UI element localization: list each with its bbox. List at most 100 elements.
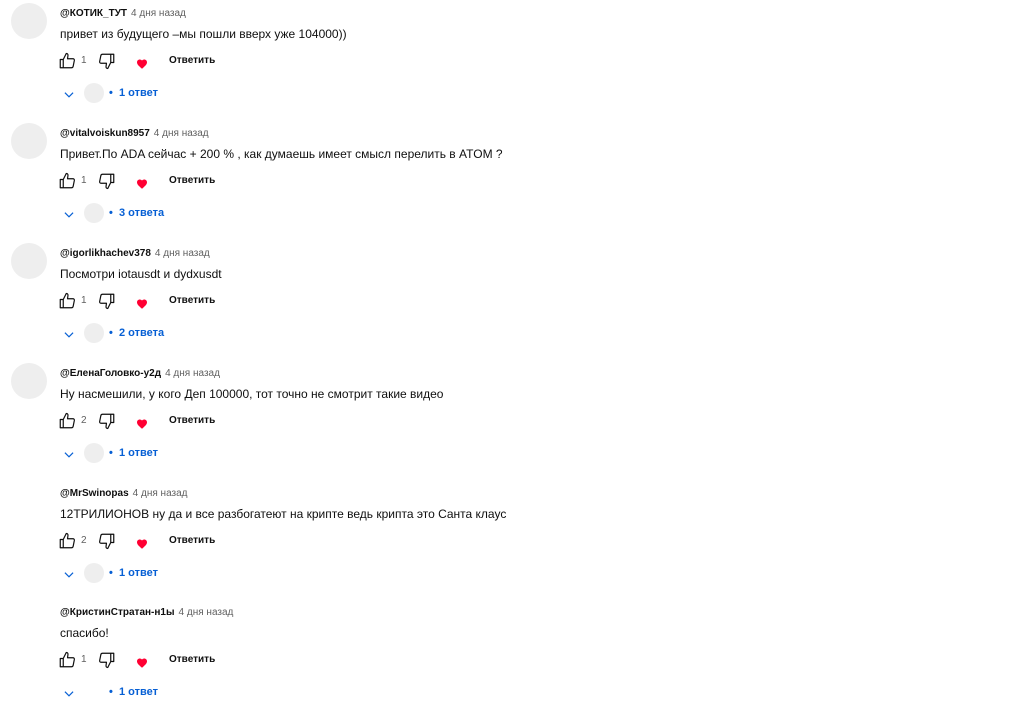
comment-header: @ЕленаГоловко-у2д 4 дня назад xyxy=(60,367,220,380)
comment-thread: @igorlikhachev378 4 дня назад Посмотри io… xyxy=(0,240,1024,360)
reply-count: 3 ответа xyxy=(119,207,165,219)
reply-button[interactable]: Ответить xyxy=(169,415,215,426)
reply-avatar xyxy=(84,203,104,223)
thumb-up-icon[interactable] xyxy=(58,412,76,430)
heart-icon xyxy=(137,419,147,429)
separator-dot: • xyxy=(109,87,113,99)
view-replies-button[interactable]: • 1 ответ xyxy=(62,681,262,702)
thumb-down-icon[interactable] xyxy=(98,52,116,70)
comment-actions: 2 Ответить xyxy=(58,532,358,554)
comment-header: @MrSwinopas 4 дня назад xyxy=(60,487,188,500)
comment-time[interactable]: 4 дня назад xyxy=(165,368,220,379)
avatar[interactable] xyxy=(11,123,47,159)
thumb-up-icon[interactable] xyxy=(58,292,76,310)
reply-avatar xyxy=(84,443,104,463)
view-replies-button[interactable]: • 3 ответа xyxy=(62,202,262,226)
like-count: 2 xyxy=(81,535,87,546)
comment-actions: 1 Ответить xyxy=(58,172,358,194)
comment-actions: 1 Ответить xyxy=(58,292,358,314)
comments-list: @КОТИК_ТУТ 4 дня назад привет из будущего… xyxy=(0,0,1024,702)
comment-text: Посмотри iotausdt и dydxusdt xyxy=(60,267,222,281)
heart-icon xyxy=(137,658,147,668)
heart-icon xyxy=(137,299,147,309)
separator-dot: • xyxy=(109,447,113,459)
reply-avatar xyxy=(84,323,104,343)
comment-header: @КОТИК_ТУТ 4 дня назад xyxy=(60,7,186,20)
comment-thread: @КристинСтратан-н1ы 4 дня назад спасибо! … xyxy=(0,599,1024,702)
avatar[interactable] xyxy=(11,243,47,279)
like-count: 1 xyxy=(81,295,87,306)
thumb-up-icon[interactable] xyxy=(58,52,76,70)
thumb-down-icon[interactable] xyxy=(98,292,116,310)
comment-text: привет из будущего –мы пошли вверх уже 1… xyxy=(60,27,347,41)
comment-time[interactable]: 4 дня назад xyxy=(154,128,209,139)
reply-count: 1 ответ xyxy=(119,686,158,698)
comment-header: @КристинСтратан-н1ы 4 дня назад xyxy=(60,606,233,619)
chevron-down-icon xyxy=(64,572,74,578)
comment-actions: 1 Ответить xyxy=(58,651,358,673)
comment-thread: @КОТИК_ТУТ 4 дня назад привет из будущего… xyxy=(0,0,1024,120)
view-replies-button[interactable]: • 1 ответ xyxy=(62,442,262,466)
heart-icon xyxy=(137,179,147,189)
comment-time[interactable]: 4 дня назад xyxy=(133,488,188,499)
like-count: 1 xyxy=(81,55,87,66)
reply-avatar xyxy=(84,563,104,583)
chevron-down-icon xyxy=(64,212,74,218)
comment-thread: @vitalvoiskun8957 4 дня назад Привет.По A… xyxy=(0,120,1024,240)
separator-dot: • xyxy=(109,567,113,579)
reply-count: 1 ответ xyxy=(119,447,158,459)
comment-header: @vitalvoiskun8957 4 дня назад xyxy=(60,127,209,140)
like-count: 1 xyxy=(81,175,87,186)
comment-text: Ну насмешили, у кого Деп 100000, тот точ… xyxy=(60,387,444,401)
view-replies-button[interactable]: • 1 ответ xyxy=(62,562,262,586)
comment-thread: @MrSwinopas 4 дня назад 12ТРИЛИОНОВ ну да… xyxy=(0,480,1024,600)
reply-count: 1 ответ xyxy=(119,567,158,579)
heart-icon xyxy=(137,539,147,549)
reply-button[interactable]: Ответить xyxy=(169,175,215,186)
chevron-down-icon xyxy=(64,691,74,697)
like-count: 2 xyxy=(81,415,87,426)
reply-button[interactable]: Ответить xyxy=(169,654,215,665)
reply-button[interactable]: Ответить xyxy=(169,55,215,66)
comment-author[interactable]: @MrSwinopas xyxy=(60,488,129,499)
thumb-up-icon[interactable] xyxy=(58,532,76,550)
reply-count: 1 ответ xyxy=(119,87,158,99)
comment-thread: @ЕленаГоловко-у2д 4 дня назад Ну насмешил… xyxy=(0,360,1024,480)
thumb-down-icon[interactable] xyxy=(98,532,116,550)
thumb-up-icon[interactable] xyxy=(58,651,76,669)
separator-dot: • xyxy=(109,207,113,219)
reply-button[interactable]: Ответить xyxy=(169,295,215,306)
comment-author[interactable]: @igorlikhachev378 xyxy=(60,248,151,259)
reply-button[interactable]: Ответить xyxy=(169,535,215,546)
chevron-down-icon xyxy=(64,92,74,98)
comment-time[interactable]: 4 дня назад xyxy=(155,248,210,259)
comment-header: @igorlikhachev378 4 дня назад xyxy=(60,247,210,260)
avatar[interactable] xyxy=(11,3,47,39)
comment-actions: 2 Ответить xyxy=(58,412,358,434)
comment-time[interactable]: 4 дня назад xyxy=(179,607,234,618)
view-replies-button[interactable]: • 2 ответа xyxy=(62,322,262,346)
comment-text: Привет.По ADA сейчас + 200 % , как думае… xyxy=(60,147,503,161)
thumb-down-icon[interactable] xyxy=(98,172,116,190)
comment-author[interactable]: @КристинСтратан-н1ы xyxy=(60,607,175,618)
reply-count: 2 ответа xyxy=(119,327,165,339)
comment-actions: 1 Ответить xyxy=(58,52,358,74)
view-replies-button[interactable]: • 1 ответ xyxy=(62,82,262,106)
comment-author[interactable]: @vitalvoiskun8957 xyxy=(60,128,150,139)
heart-icon xyxy=(137,59,147,69)
avatar[interactable] xyxy=(11,363,47,399)
comment-author[interactable]: @ЕленаГоловко-у2д xyxy=(60,368,161,379)
thumb-down-icon[interactable] xyxy=(98,412,116,430)
comment-text: спасибо! xyxy=(60,626,109,640)
comment-author[interactable]: @КОТИК_ТУТ xyxy=(60,8,127,19)
chevron-down-icon xyxy=(64,332,74,338)
comment-time[interactable]: 4 дня назад xyxy=(131,8,186,19)
thumb-down-icon[interactable] xyxy=(98,651,116,669)
comment-text: 12ТРИЛИОНОВ ну да и все разбогатеют на к… xyxy=(60,507,507,521)
thumb-up-icon[interactable] xyxy=(58,172,76,190)
like-count: 1 xyxy=(81,654,87,665)
reply-avatar xyxy=(84,83,104,103)
separator-dot: • xyxy=(109,327,113,339)
separator-dot: • xyxy=(109,686,113,698)
chevron-down-icon xyxy=(64,452,74,458)
